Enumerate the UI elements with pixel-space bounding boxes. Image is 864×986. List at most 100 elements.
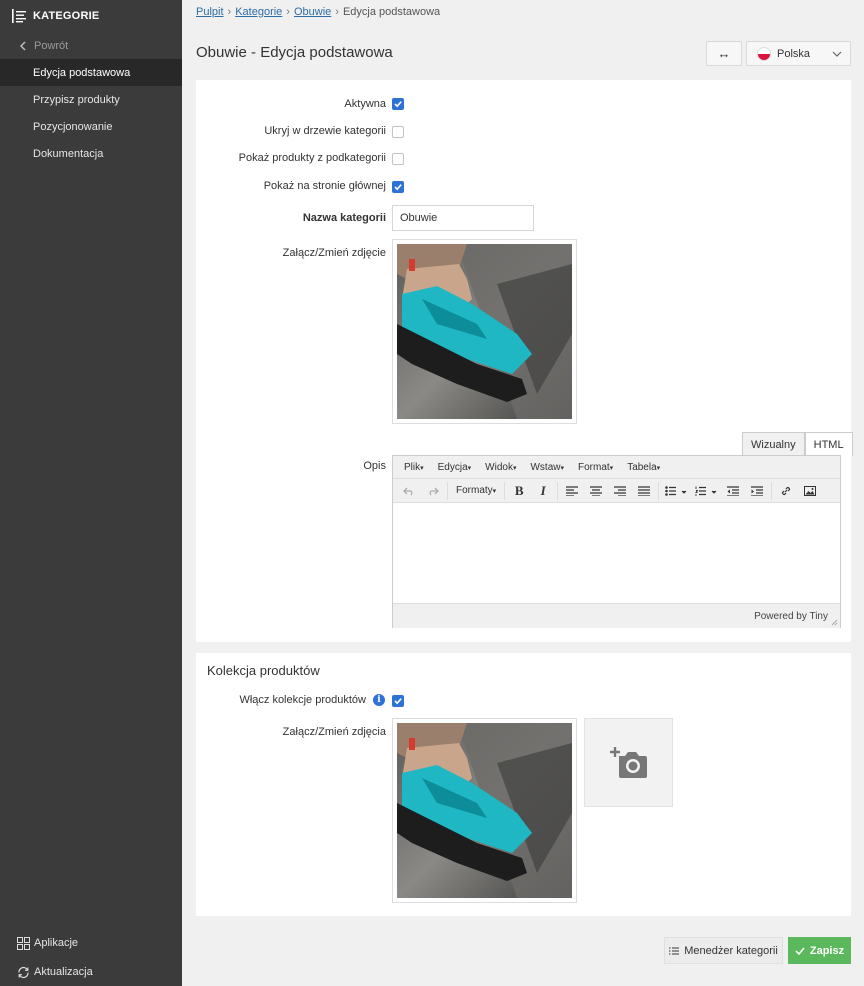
add-photo-icon (609, 746, 647, 778)
editor-content-area[interactable] (393, 503, 840, 603)
redo-icon[interactable] (421, 481, 445, 501)
sidebar-item-label: Edycja podstawowa (33, 66, 131, 79)
collection-images-label: Załącz/Zmień zdjęcia (282, 726, 386, 738)
chevron-left-icon (19, 40, 27, 51)
numbered-list-icon[interactable] (691, 481, 721, 501)
save-label: Zapisz (809, 944, 845, 957)
sidebar-item-seo[interactable]: Pozycjonowanie (0, 113, 182, 140)
toolbar-divider (447, 481, 448, 500)
menu-table[interactable]: Tabela▾ (620, 462, 667, 473)
swap-arrows-icon: ↔ (717, 46, 731, 61)
tab-visual[interactable]: Wizualny (742, 432, 805, 456)
editor-statusbar: Powered by Tiny (393, 603, 840, 628)
poland-flag-icon (757, 46, 771, 61)
check-icon (795, 947, 805, 955)
editor-mode-tabs: Wizualny HTML (742, 432, 853, 456)
info-icon[interactable]: i (373, 694, 385, 706)
language-label: Polska (777, 47, 811, 60)
tab-html[interactable]: HTML (804, 432, 853, 456)
category-manager-button[interactable]: Menedżer kategorii (664, 937, 783, 964)
collection-image[interactable] (392, 718, 577, 903)
language-select[interactable]: Polska (746, 41, 851, 66)
resize-handle-icon[interactable] (830, 618, 838, 626)
sidebar-item-basic-edit[interactable]: Edycja podstawowa (0, 59, 182, 86)
breadcrumb-separator: › (227, 6, 232, 18)
climbing-shoe-photo (397, 244, 572, 419)
breadcrumb-link-categories[interactable]: Kategorie (235, 6, 282, 18)
menu-format[interactable]: Format▾ (571, 462, 620, 473)
active-label: Aktywna (344, 98, 386, 110)
apps-label: Aplikacje (34, 937, 79, 949)
category-list-icon (11, 8, 27, 24)
enable-collection-label: Włącz kolekcje produktów (239, 694, 366, 706)
category-manager-label: Menedżer kategorii (684, 944, 778, 957)
active-checkbox[interactable] (392, 98, 404, 110)
toolbar-divider (557, 481, 559, 500)
sidebar-item-updates[interactable]: Aktualizacja (0, 958, 182, 986)
back-link[interactable]: Powrót (0, 32, 182, 59)
breadcrumb: Pulpit › Kategorie › Obuwie › Edycja podstawow… (196, 6, 440, 18)
show-on-homepage-checkbox[interactable] (392, 181, 404, 193)
breadcrumb-link-dashboard[interactable]: Pulpit (196, 6, 224, 18)
editor-toolbar: Formaty▾ B I (393, 479, 840, 503)
category-name-label: Nazwa kategorii (302, 212, 386, 224)
page-title: Obuwie - Edycja podstawowa (196, 44, 393, 61)
rich-text-editor: Plik▾ Edycja▾ Widok▾ Wstaw▾ Format▾ Tabe… (392, 455, 841, 628)
sidebar-title: KATEGORIE (33, 10, 100, 22)
save-button[interactable]: Zapisz (788, 937, 851, 964)
align-justify-icon[interactable] (632, 481, 656, 501)
image-label: Załącz/Zmień zdjęcie (282, 247, 386, 259)
image-icon[interactable] (798, 481, 822, 501)
category-name-input[interactable] (392, 205, 534, 231)
list-icon (669, 946, 680, 955)
swap-button[interactable]: ↔ (706, 41, 742, 66)
sidebar-header: KATEGORIE (0, 0, 182, 32)
apps-grid-icon (17, 936, 30, 950)
show-on-homepage-label: Pokaż na stronie głównej (263, 180, 386, 192)
undo-icon[interactable] (397, 481, 421, 501)
basic-settings-panel: Aktywna Ukryj w drzewie kategorii Pokaż … (196, 80, 853, 642)
menu-file[interactable]: Plik▾ (397, 462, 431, 473)
refresh-icon (17, 966, 30, 979)
breadcrumb-link-category[interactable]: Obuwie (294, 6, 331, 18)
menu-view[interactable]: Widok▾ (478, 462, 523, 473)
bold-icon[interactable]: B (507, 481, 531, 501)
enable-collection-checkbox[interactable] (392, 695, 404, 707)
add-photo-button[interactable] (584, 718, 673, 807)
climbing-shoe-photo (397, 723, 572, 898)
link-icon[interactable] (774, 481, 798, 501)
chevron-down-icon (832, 51, 842, 57)
toolbar-divider (504, 481, 506, 500)
sidebar-item-docs[interactable]: Dokumentacja (0, 140, 182, 167)
category-image[interactable] (392, 239, 577, 424)
italic-icon[interactable]: I (531, 481, 555, 501)
menu-edit[interactable]: Edycja▾ (431, 462, 479, 473)
hide-in-tree-checkbox[interactable] (392, 126, 404, 138)
back-label: Powrót (34, 39, 69, 52)
breadcrumb-separator: › (335, 6, 339, 18)
indent-icon[interactable] (745, 481, 769, 501)
description-label: Opis (363, 460, 386, 472)
main-content: Pulpit › Kategorie › Obuwie › Edycja podstawow… (182, 0, 864, 986)
bullet-list-icon[interactable] (661, 481, 691, 501)
sidebar-item-apps[interactable]: Aplikacje (0, 929, 182, 957)
hide-in-tree-label: Ukryj w drzewie kategorii (264, 125, 386, 137)
sidebar-item-label: Pozycjonowanie (33, 120, 113, 133)
align-right-icon[interactable] (608, 481, 632, 501)
outdent-icon[interactable] (721, 481, 745, 501)
sidebar-item-assign-products[interactable]: Przypisz produkty (0, 86, 182, 113)
section-title: Kolekcja produktów (207, 663, 320, 678)
show-subcategory-products-label: Pokaż produkty z podkategorii (238, 152, 386, 164)
toolbar-divider (771, 481, 773, 500)
show-subcategory-products-checkbox[interactable] (392, 153, 404, 165)
align-center-icon[interactable] (584, 481, 608, 501)
sidebar-item-label: Przypisz produkty (33, 93, 120, 106)
formats-dropdown[interactable]: Formaty▾ (450, 485, 502, 496)
product-collection-panel: Kolekcja produktów Włącz kolekcje produk… (196, 653, 851, 916)
breadcrumb-current: Edycja podstawowa (342, 6, 441, 18)
updates-label: Aktualizacja (34, 966, 93, 978)
align-left-icon[interactable] (560, 481, 584, 501)
powered-by-tiny-link[interactable]: Powered by Tiny (754, 611, 828, 622)
editor-menubar: Plik▾ Edycja▾ Widok▾ Wstaw▾ Format▾ Tabe… (393, 456, 840, 479)
menu-insert[interactable]: Wstaw▾ (523, 462, 571, 473)
